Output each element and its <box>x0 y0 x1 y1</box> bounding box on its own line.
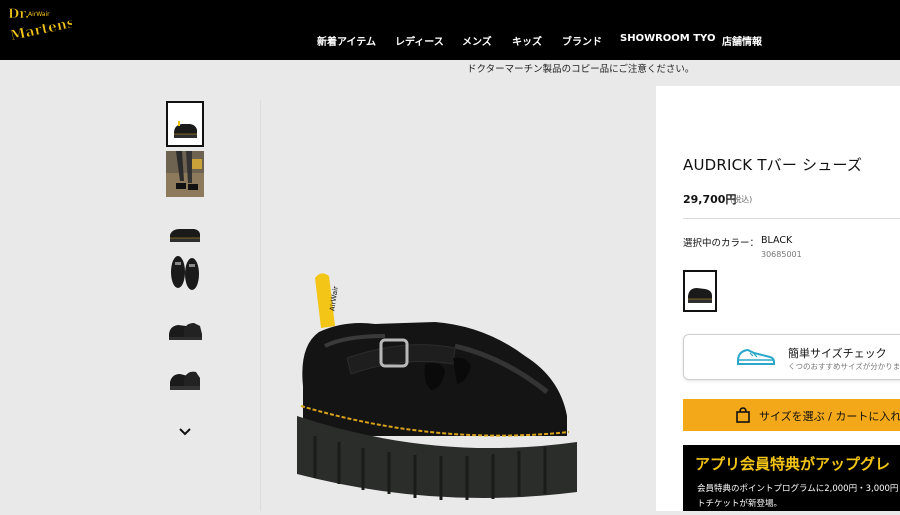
nav-item-stores[interactable]: 店舗情報 <box>722 33 762 48</box>
promo-line-1: 会員特典のポイントプログラムに2,000円・3,000円 <box>697 484 899 494</box>
thumbnail-5[interactable] <box>166 306 204 352</box>
logo-text-airwair: AirWair <box>28 11 50 18</box>
size-check-title: 簡単サイズチェック <box>788 347 887 360</box>
size-check-subtitle: くつのおすすめサイズが分かりま <box>788 362 900 371</box>
nav-item-showroom[interactable]: SHOWROOM TYO <box>620 33 715 44</box>
counterfeit-notice[interactable]: ドクターマーチン製品のコピー品にご注意ください。 <box>467 61 694 75</box>
thumbnail-6[interactable] <box>166 356 204 402</box>
shopping-bag-icon <box>735 407 751 427</box>
dr-martens-logo[interactable]: Dr. AirWair Martens <box>6 5 77 45</box>
color-swatch-black[interactable] <box>683 270 717 312</box>
thumbnail-1[interactable] <box>166 101 204 147</box>
chevron-down-icon[interactable] <box>176 424 194 438</box>
logo-text-dr: Dr. <box>8 7 29 22</box>
thumbnail-4[interactable] <box>166 252 204 298</box>
add-to-cart-button[interactable]: サイズを選ぶ / カートに入れ <box>683 399 900 431</box>
nav-item-new[interactable]: 新着アイテム <box>317 33 376 48</box>
gallery-divider <box>260 100 261 511</box>
product-title: AUDRICK Tバー シューズ <box>683 156 863 174</box>
nav-item-kids[interactable]: キッズ <box>512 33 542 48</box>
nav-item-brand[interactable]: ブランド <box>562 33 602 48</box>
promo-line-2: トチケットが新登場。 <box>697 499 783 509</box>
color-value: BLACK <box>761 235 793 246</box>
tax-note: (税込) <box>730 195 753 204</box>
size-check-button[interactable]: 簡単サイズチェック くつのおすすめサイズが分かりま <box>683 334 900 380</box>
nav-item-mens[interactable]: メンズ <box>462 33 492 48</box>
main-product-image[interactable]: AirWair <box>285 266 590 511</box>
sneaker-outline-icon <box>736 345 776 371</box>
add-to-cart-label: サイズを選ぶ / カートに入れ <box>759 410 900 423</box>
promo-title: アプリ会員特典がアップグレ <box>695 455 891 473</box>
app-promo-banner[interactable]: アプリ会員特典がアップグレ 会員特典のポイントプログラムに2,000円・3,00… <box>683 445 900 511</box>
thumbnail-2[interactable] <box>166 151 204 197</box>
price-divider <box>683 218 900 219</box>
product-sku: 30685001 <box>761 250 802 259</box>
nav-item-ladies[interactable]: レディース <box>395 33 444 48</box>
site-header: Dr. AirWair Martens 新着アイテム レディース メンズ キッズ… <box>0 0 900 60</box>
color-label: 選択中のカラー： <box>683 238 760 249</box>
product-price: 29,700円 <box>683 193 737 206</box>
